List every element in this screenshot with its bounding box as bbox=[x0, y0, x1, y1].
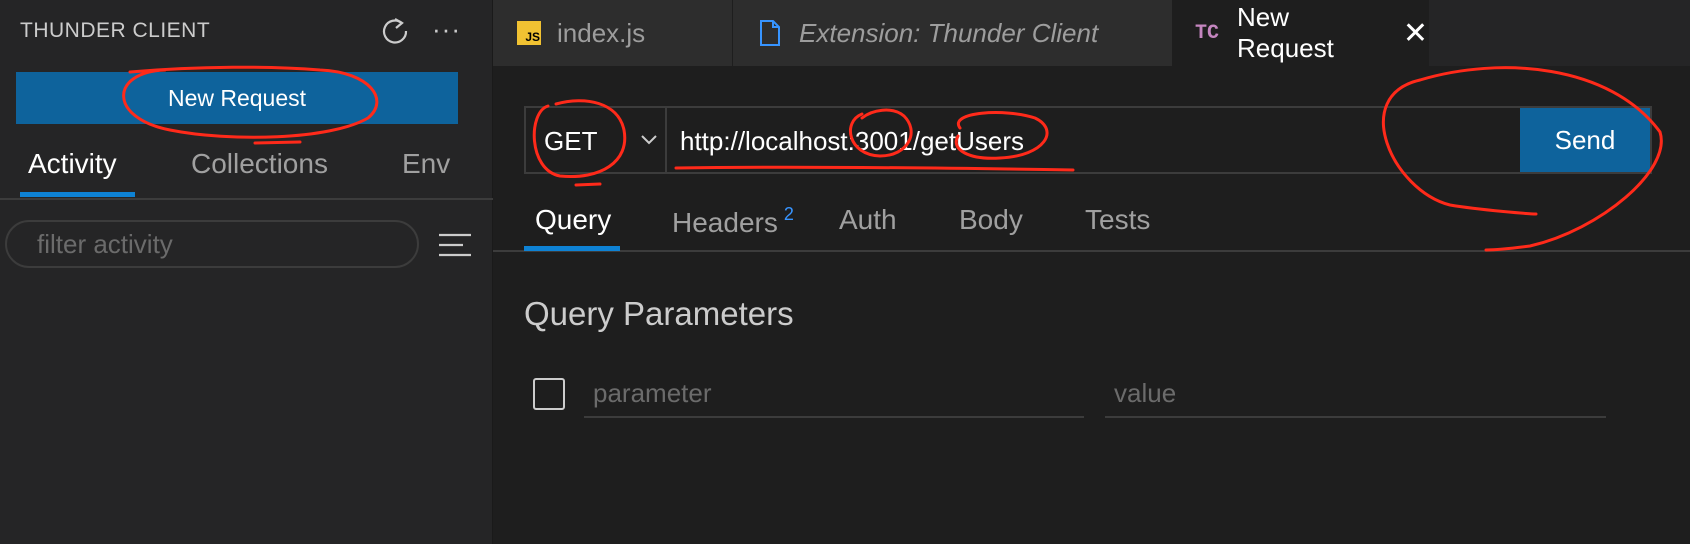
new-request-button[interactable]: New Request bbox=[16, 72, 458, 124]
editor-tab-bar: JS index.js Extension: Thunder Client TC… bbox=[493, 0, 1690, 66]
sidebar: THUNDER CLIENT ··· New Request Activity … bbox=[0, 0, 493, 544]
request-url-bar: GET http://localhost:3001/getUsers Send bbox=[524, 106, 1652, 174]
method-select[interactable]: GET bbox=[526, 108, 667, 172]
editor-tab-index-js[interactable]: JS index.js bbox=[493, 0, 733, 66]
tab-env[interactable]: Env bbox=[402, 148, 450, 180]
query-parameters-title: Query Parameters bbox=[524, 295, 794, 332]
annotation-mark-method bbox=[574, 182, 602, 187]
tab-auth[interactable]: Auth bbox=[839, 204, 897, 236]
tab-headers-label: Headers bbox=[672, 207, 778, 238]
close-icon[interactable]: ✕ bbox=[1403, 16, 1428, 51]
request-tabs: Query Headers 2 Auth Body Tests bbox=[493, 196, 1690, 252]
url-input[interactable]: http://localhost:3001/getUsers bbox=[680, 126, 1024, 157]
parameter-value-input[interactable] bbox=[1105, 370, 1606, 418]
editor-tab-new-request[interactable]: TC New Request ✕ bbox=[1173, 0, 1429, 66]
tab-tests[interactable]: Tests bbox=[1085, 204, 1150, 236]
headers-count-badge: 2 bbox=[783, 204, 794, 224]
send-button[interactable]: Send bbox=[1520, 108, 1650, 172]
method-value: GET bbox=[544, 126, 598, 156]
more-actions-icon[interactable]: ··· bbox=[432, 14, 461, 45]
param-enable-checkbox[interactable] bbox=[533, 378, 565, 410]
tab-activity[interactable]: Activity bbox=[28, 148, 117, 180]
tab-collections[interactable]: Collections bbox=[191, 148, 328, 180]
filter-activity-input[interactable] bbox=[5, 220, 419, 268]
editor-tab-label: Extension: Thunder Client bbox=[799, 17, 1099, 48]
tab-headers[interactable]: Headers 2 bbox=[672, 204, 794, 239]
parameter-name-input[interactable] bbox=[584, 370, 1084, 418]
sidebar-title: THUNDER CLIENT bbox=[20, 19, 211, 42]
active-tab-indicator bbox=[524, 246, 620, 251]
tab-body[interactable]: Body bbox=[959, 204, 1023, 236]
editor-tab-extension[interactable]: Extension: Thunder Client bbox=[733, 0, 1173, 66]
refresh-icon[interactable] bbox=[380, 16, 410, 46]
chevron-down-icon bbox=[641, 135, 657, 145]
js-file-icon: JS bbox=[517, 21, 541, 45]
sidebar-tabs: Activity Collections Env bbox=[0, 140, 493, 200]
active-tab-indicator bbox=[20, 192, 135, 197]
thunder-client-icon: TC bbox=[1195, 21, 1220, 45]
filter-sort-icon[interactable] bbox=[437, 232, 473, 258]
editor-tab-label: New Request bbox=[1237, 2, 1334, 63]
tab-query[interactable]: Query bbox=[535, 204, 611, 236]
file-icon bbox=[760, 20, 780, 46]
editor-tab-label: index.js bbox=[557, 17, 646, 48]
